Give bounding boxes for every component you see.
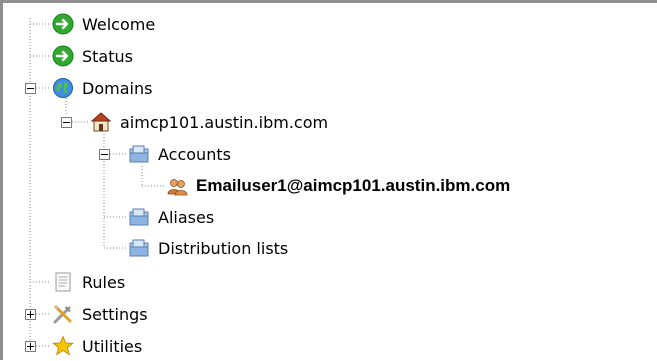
tree-item-welcome[interactable]: Welcome bbox=[52, 9, 155, 39]
tree-item-distribution-lists[interactable]: Distribution lists bbox=[128, 233, 288, 263]
tree-item-settings[interactable]: Settings bbox=[52, 299, 148, 329]
green-arrow-icon bbox=[52, 45, 74, 67]
folder-icon bbox=[129, 145, 149, 163]
tree-item-label: Welcome bbox=[82, 14, 156, 34]
tree-item-account-emailuser1[interactable]: Emailuser1@aimcp101.austin.ibm.com bbox=[166, 171, 510, 201]
tree-item-accounts[interactable]: Accounts bbox=[128, 139, 231, 169]
settings-expand-toggle[interactable] bbox=[25, 309, 36, 320]
users-icon bbox=[167, 179, 188, 196]
tree-item-domain-aimcp101[interactable]: aimcp101.austin.ibm.com bbox=[90, 107, 328, 137]
folder-icon bbox=[129, 239, 149, 257]
accounts-collapse-toggle[interactable] bbox=[99, 149, 110, 160]
tree-item-utilities[interactable]: Utilities bbox=[52, 331, 142, 361]
tree-item-label: Rules bbox=[82, 272, 126, 292]
tree-item-status[interactable]: Status bbox=[52, 41, 133, 71]
utilities-expand-toggle[interactable] bbox=[25, 341, 36, 352]
folder-icon bbox=[129, 208, 149, 226]
tree-item-label: Settings bbox=[82, 304, 148, 324]
tree-item-label: Status bbox=[82, 46, 133, 66]
tree-item-aliases[interactable]: Aliases bbox=[128, 202, 214, 232]
tree-item-label: Emailuser1@aimcp101.austin.ibm.com bbox=[196, 176, 511, 195]
star-icon bbox=[52, 335, 74, 356]
house-icon bbox=[90, 112, 112, 132]
document-icon bbox=[55, 272, 71, 292]
domains-collapse-toggle[interactable] bbox=[25, 83, 36, 94]
tree-item-label: Aliases bbox=[158, 207, 215, 227]
tree-item-label: Distribution lists bbox=[158, 238, 289, 258]
tree-item-label: aimcp101.austin.ibm.com bbox=[120, 112, 329, 132]
tree-item-rules[interactable]: Rules bbox=[52, 267, 125, 297]
tree-item-domains[interactable]: Domains bbox=[52, 73, 152, 103]
tree-item-label: Domains bbox=[82, 78, 153, 98]
tools-icon bbox=[53, 305, 72, 324]
tree-item-label: Accounts bbox=[158, 144, 231, 164]
green-arrow-icon bbox=[52, 13, 74, 35]
globe-icon bbox=[53, 78, 73, 98]
tree-item-label: Utilities bbox=[82, 336, 143, 356]
domain-collapse-toggle[interactable] bbox=[61, 117, 72, 128]
